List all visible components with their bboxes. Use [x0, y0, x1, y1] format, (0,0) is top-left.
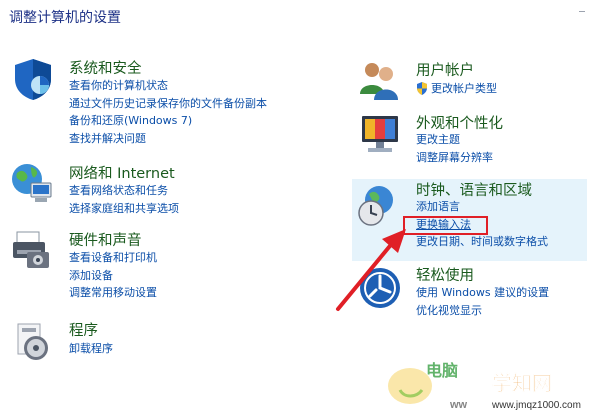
category-links-accounts: 更改帐户类型: [416, 80, 497, 98]
window-edge-mark: [579, 11, 585, 12]
link-change-account-type[interactable]: 更改帐户类型: [431, 80, 497, 98]
users-icon: [360, 63, 398, 100]
category-title-clock[interactable]: 时钟、语言和区域: [416, 179, 532, 200]
link-backup-restore[interactable]: 备份和还原(Windows 7): [69, 112, 267, 130]
category-title-ease[interactable]: 轻松使用: [416, 264, 474, 285]
link-add-language[interactable]: 添加语言: [416, 198, 548, 216]
link-uninstall-program[interactable]: 卸载程序: [69, 340, 113, 358]
programs-icon: [17, 323, 48, 360]
svg-text:ww: ww: [449, 399, 468, 411]
link-windows-suggested-settings[interactable]: 使用 Windows 建议的设置: [416, 284, 549, 302]
category-links-ease: 使用 Windows 建议的设置 优化视觉显示: [416, 284, 549, 319]
category-title-accounts[interactable]: 用户帐户: [416, 59, 474, 80]
link-screen-resolution[interactable]: 调整屏幕分辨率: [416, 149, 493, 167]
category-title-appearance[interactable]: 外观和个性化: [416, 112, 503, 133]
link-mobility-settings[interactable]: 调整常用移动设置: [69, 284, 157, 302]
link-homegroup-sharing[interactable]: 选择家庭组和共享选项: [69, 200, 179, 218]
page-title: 调整计算机的设置: [9, 10, 121, 26]
category-links-appearance: 更改主题 调整屏幕分辨率: [416, 131, 493, 166]
link-change-theme[interactable]: 更改主题: [416, 131, 493, 149]
uac-shield-icon: [417, 82, 427, 96]
link-network-status[interactable]: 查看网络状态和任务: [69, 182, 179, 200]
link-troubleshoot[interactable]: 查找并解决问题: [69, 130, 267, 148]
watermark-brand-left: 电脑: [426, 361, 458, 380]
link-file-history[interactable]: 通过文件历史记录保存你的文件备份副本: [69, 95, 267, 113]
link-change-account-type-row[interactable]: 更改帐户类型: [416, 80, 497, 98]
watermark-logo: 电脑 ww 学知网 www.jmqz1000.com: [388, 361, 581, 411]
category-links-hardware: 查看设备和打印机 添加设备 调整常用移动设置: [69, 249, 157, 302]
watermark-brand-right: 学知网: [492, 371, 552, 395]
shield-icon: [15, 59, 51, 100]
category-links-security: 查看你的计算机状态 通过文件历史记录保存你的文件备份副本 备份和还原(Windo…: [69, 77, 267, 147]
category-title-programs[interactable]: 程序: [69, 319, 98, 340]
link-devices-printers[interactable]: 查看设备和打印机: [69, 249, 157, 267]
link-optimize-visual-display[interactable]: 优化视觉显示: [416, 302, 549, 320]
annotation-arrow: [336, 229, 406, 311]
printer-icon: [13, 231, 49, 268]
network-globe-icon: [12, 164, 52, 202]
category-links-network: 查看网络状态和任务 选择家庭组和共享选项: [69, 182, 179, 217]
category-title-network[interactable]: 网络和 Internet: [69, 162, 175, 183]
category-title-security[interactable]: 系统和安全: [69, 57, 142, 78]
category-links-programs: 卸载程序: [69, 340, 113, 358]
category-title-hardware[interactable]: 硬件和声音: [69, 229, 142, 250]
link-change-date-time-format[interactable]: 更改日期、时间或数字格式: [416, 233, 548, 251]
clock-globe-icon: [358, 186, 393, 226]
annotation-red-box: [403, 216, 488, 235]
link-add-device[interactable]: 添加设备: [69, 267, 157, 285]
monitor-appearance-icon: [362, 116, 398, 152]
link-view-computer-status[interactable]: 查看你的计算机状态: [69, 77, 267, 95]
watermark-url: www.jmqz1000.com: [491, 400, 581, 411]
